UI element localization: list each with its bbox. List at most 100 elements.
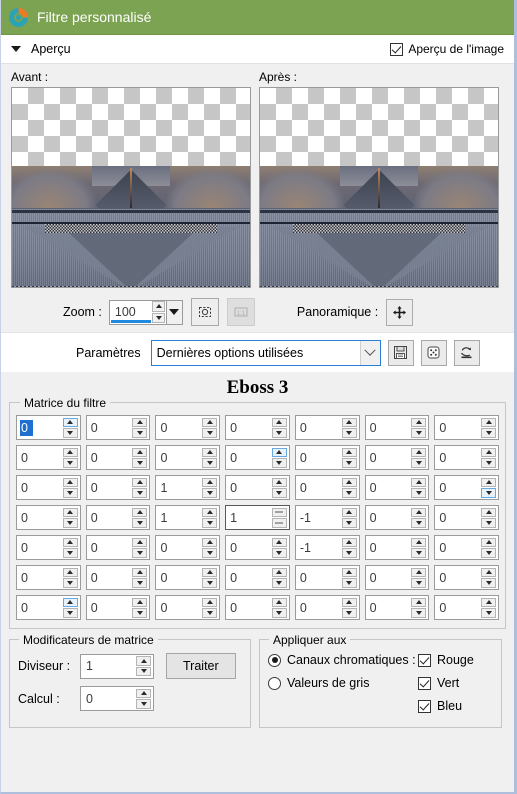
matrix-step-up-2-2[interactable] xyxy=(202,477,218,487)
matrix-step-up-0-3[interactable] xyxy=(271,417,287,427)
matrix-stepper-5-4[interactable] xyxy=(341,567,357,588)
matrix-stepper-4-2[interactable] xyxy=(202,537,218,558)
matrix-cell-3-5[interactable] xyxy=(364,505,430,530)
matrix-cell-0-4[interactable] xyxy=(294,415,360,440)
matrix-step-up-5-2[interactable] xyxy=(202,567,218,577)
matrix-stepper-4-3[interactable] xyxy=(271,537,287,558)
zoom-input[interactable] xyxy=(109,304,150,320)
matrix-input-6-5[interactable] xyxy=(365,599,408,616)
matrix-step-up-4-4[interactable] xyxy=(341,537,357,547)
matrix-input-1-5[interactable] xyxy=(365,449,408,466)
matrix-input-1-2[interactable] xyxy=(156,449,199,466)
matrix-cell-4-1[interactable] xyxy=(85,535,151,560)
matrix-stepper-0-2[interactable] xyxy=(202,417,218,438)
matrix-stepper-6-2[interactable] xyxy=(202,597,218,618)
matrix-input-2-5[interactable] xyxy=(365,479,408,496)
matrix-step-up-4-3[interactable] xyxy=(271,537,287,547)
matrix-stepper-0-4[interactable] xyxy=(341,417,357,438)
matrix-input-3-2[interactable] xyxy=(156,509,199,526)
matrix-cell-6-5[interactable] xyxy=(364,595,430,620)
matrix-input-2-2[interactable] xyxy=(156,479,199,496)
matrix-step-down-4-0[interactable] xyxy=(62,548,78,558)
matrix-stepper-0-3[interactable] xyxy=(271,417,287,438)
matrix-step-down-4-3[interactable] xyxy=(271,548,287,558)
matrix-input-2-3[interactable] xyxy=(226,479,269,496)
matrix-step-up-2-6[interactable] xyxy=(481,477,497,487)
matrix-step-down-3-6[interactable] xyxy=(481,518,497,528)
checkbox-box-icon[interactable] xyxy=(390,42,404,56)
matrix-input-3-4[interactable] xyxy=(295,509,338,526)
matrix-input-5-4[interactable] xyxy=(295,569,338,586)
matrix-input-1-4[interactable] xyxy=(295,449,338,466)
matrix-input-2-4[interactable] xyxy=(295,479,338,496)
matrix-cell-5-3[interactable] xyxy=(225,565,290,590)
matrix-step-down-6-6[interactable] xyxy=(481,608,497,618)
zoom-stepper[interactable] xyxy=(152,301,166,324)
after-preview-image[interactable] xyxy=(259,87,499,288)
matrix-step-up-0-6[interactable] xyxy=(481,417,497,427)
calc-stepper[interactable] xyxy=(136,688,151,709)
matrix-cell-4-6[interactable] xyxy=(434,535,500,560)
matrix-input-1-3[interactable] xyxy=(226,449,269,466)
matrix-cell-4-3[interactable] xyxy=(225,535,290,560)
zoom-input-wrapper[interactable] xyxy=(108,299,167,325)
one-to-one-icon[interactable]: 1:1 xyxy=(226,298,255,326)
matrix-cell-0-3[interactable] xyxy=(225,415,290,440)
matrix-cell-1-4[interactable] xyxy=(294,445,360,470)
matrix-stepper-4-1[interactable] xyxy=(132,537,148,558)
matrix-cell-3-1[interactable] xyxy=(85,505,151,530)
matrix-step-up-4-1[interactable] xyxy=(132,537,148,547)
matrix-cell-3-2[interactable] xyxy=(155,505,221,530)
matrix-input-4-1[interactable] xyxy=(86,539,129,556)
matrix-input-6-4[interactable] xyxy=(295,599,338,616)
matrix-step-up-0-1[interactable] xyxy=(132,417,148,427)
matrix-cell-4-5[interactable] xyxy=(364,535,430,560)
triangle-down-icon[interactable] xyxy=(11,46,21,52)
matrix-input-3-3[interactable] xyxy=(226,509,269,526)
matrix-step-up-2-1[interactable] xyxy=(132,477,148,487)
matrix-stepper-3-1[interactable] xyxy=(132,507,148,528)
matrix-step-up-1-5[interactable] xyxy=(411,447,427,457)
matrix-step-up-3-4[interactable] xyxy=(341,507,357,517)
matrix-input-0-1[interactable] xyxy=(86,419,129,436)
matrix-step-up-3-0[interactable] xyxy=(62,507,78,517)
matrix-stepper-3-4[interactable] xyxy=(341,507,357,528)
matrix-step-up-6-5[interactable] xyxy=(411,597,427,607)
matrix-step-down-0-1[interactable] xyxy=(132,428,148,438)
matrix-cell-6-1[interactable] xyxy=(85,595,151,620)
matrix-step-down-4-5[interactable] xyxy=(411,548,427,558)
matrix-cell-5-1[interactable] xyxy=(85,565,151,590)
matrix-step-up-3-6[interactable] xyxy=(481,507,497,517)
matrix-cell-3-4[interactable] xyxy=(294,505,360,530)
before-preview-image[interactable] xyxy=(11,87,251,288)
matrix-step-up-6-0[interactable] xyxy=(62,597,78,607)
matrix-input-4-3[interactable] xyxy=(226,539,269,556)
matrix-stepper-2-6[interactable] xyxy=(481,477,497,498)
calc-input[interactable] xyxy=(81,690,129,707)
matrix-stepper-2-0[interactable] xyxy=(62,477,78,498)
matrix-step-up-3-1[interactable] xyxy=(132,507,148,517)
matrix-step-up-2-0[interactable] xyxy=(62,477,78,487)
matrix-cell-0-0[interactable] xyxy=(16,415,81,440)
matrix-step-up-1-3[interactable] xyxy=(271,447,287,457)
matrix-cell-2-4[interactable] xyxy=(294,475,360,500)
matrix-step-down-0-2[interactable] xyxy=(202,428,218,438)
matrix-step-up-6-6[interactable] xyxy=(481,597,497,607)
divisor-input-wrapper[interactable] xyxy=(80,653,154,679)
chevron-down-icon[interactable] xyxy=(359,340,380,365)
zoom-step-up[interactable] xyxy=(152,301,166,312)
matrix-stepper-3-5[interactable] xyxy=(411,507,427,528)
fit-to-window-icon[interactable] xyxy=(190,298,219,326)
matrix-cell-4-4[interactable] xyxy=(294,535,360,560)
matrix-step-down-5-6[interactable] xyxy=(481,578,497,588)
matrix-cell-5-0[interactable] xyxy=(16,565,81,590)
matrix-cell-6-3[interactable] xyxy=(225,595,290,620)
matrix-stepper-5-3[interactable] xyxy=(271,567,287,588)
matrix-input-5-5[interactable] xyxy=(365,569,408,586)
matrix-cell-5-6[interactable] xyxy=(434,565,500,590)
matrix-stepper-6-6[interactable] xyxy=(481,597,497,618)
matrix-step-up-4-5[interactable] xyxy=(411,537,427,547)
matrix-step-down-2-5[interactable] xyxy=(411,488,427,498)
matrix-input-0-3[interactable] xyxy=(226,419,269,436)
matrix-stepper-0-1[interactable] xyxy=(132,417,148,438)
